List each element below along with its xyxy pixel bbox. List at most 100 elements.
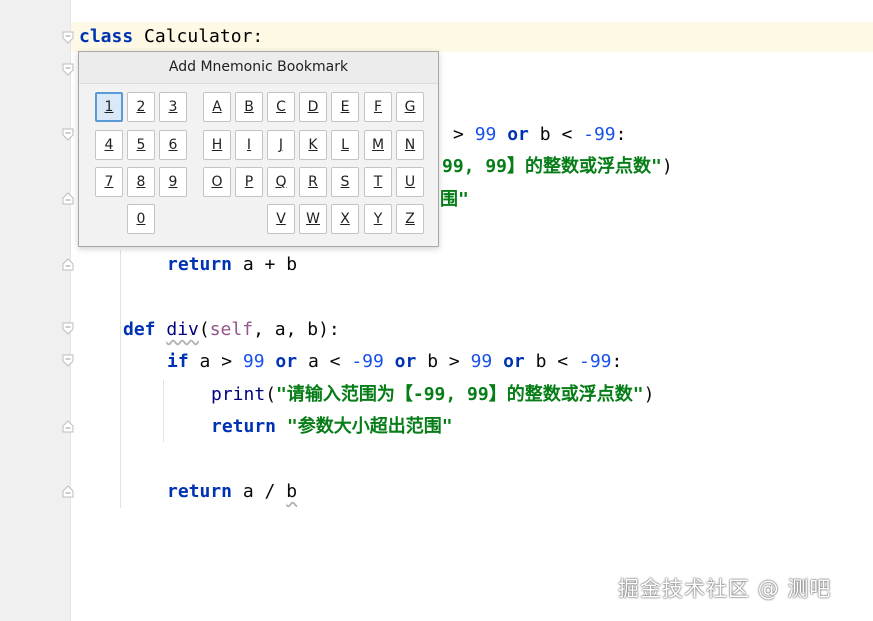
fold-marker-icon[interactable] (62, 354, 74, 367)
mnemonic-key-p[interactable]: P (235, 167, 263, 197)
watermark: 掘金技术社区 @ 测吧 (618, 577, 832, 601)
number: -99 (583, 124, 616, 145)
punctuation: : (611, 351, 623, 372)
code-line-return-string[interactable]: return "参数大小超出范围" (211, 415, 453, 439)
mnemonic-key-k[interactable]: K (299, 130, 327, 160)
fold-marker-icon[interactable] (62, 128, 74, 141)
expression: a / (242, 481, 276, 502)
number: 99 (470, 351, 493, 372)
mnemonic-key-n[interactable]: N (396, 130, 424, 160)
fold-end-icon[interactable] (62, 192, 74, 205)
code-line-class[interactable]: class Calculator: (79, 25, 263, 49)
mnemonic-key-u[interactable]: U (396, 167, 424, 197)
mnemonic-key-1[interactable]: 1 (95, 92, 123, 122)
mnemonic-key-w[interactable]: W (299, 204, 327, 234)
fold-marker-icon[interactable] (62, 63, 74, 76)
string-literal: "参数大小超出范围" (286, 416, 453, 437)
add-mnemonic-bookmark-popup: Add Mnemonic Bookmark 123ABCDEFG 456HIJKL… (78, 51, 439, 247)
mnemonic-key-4[interactable]: 4 (95, 130, 123, 160)
mnemonic-key-9[interactable]: 9 (159, 167, 187, 197)
number: 99 (474, 124, 497, 145)
expression: a + b (242, 254, 298, 275)
expression: b < (535, 351, 569, 372)
fold-end-icon[interactable] (62, 485, 74, 498)
mnemonic-key-8[interactable]: 8 (127, 167, 155, 197)
mnemonic-key-b[interactable]: B (235, 92, 263, 122)
mnemonic-key-o[interactable]: O (203, 167, 231, 197)
class-name: Calculator (144, 26, 253, 47)
mnemonic-key-6[interactable]: 6 (159, 130, 187, 160)
mnemonic-key-r[interactable]: R (299, 167, 327, 197)
punctuation: ( (265, 384, 277, 405)
mnemonic-key-s[interactable]: S (331, 167, 359, 197)
string-literal: 围" (440, 189, 469, 210)
fold-end-icon[interactable] (62, 258, 74, 271)
mnemonic-key-h[interactable]: H (203, 130, 231, 160)
keyword: if (167, 351, 189, 372)
keyword: or (275, 351, 298, 372)
expression: a > (199, 351, 233, 372)
code-line-print[interactable]: print("请输入范围为【-99, 99】的整数或浮点数") (211, 383, 654, 407)
indent-guide (120, 250, 121, 508)
fold-end-icon[interactable] (62, 420, 74, 433)
punctuation: ) (643, 384, 655, 405)
keyword: return (167, 481, 233, 502)
string-literal: 99, 99】的整数或浮点数" (442, 156, 662, 177)
keyword: return (167, 254, 233, 275)
punctuation: ) (661, 156, 673, 177)
popup-title: Add Mnemonic Bookmark (79, 52, 438, 84)
code-line-print-partial[interactable]: 99, 99】的整数或浮点数") (442, 155, 673, 179)
fold-marker-icon[interactable] (62, 322, 74, 335)
mnemonic-key-y[interactable]: Y (364, 204, 392, 234)
mnemonic-key-g[interactable]: G (396, 92, 424, 122)
number: -99 (578, 351, 612, 372)
self-param: self (209, 319, 254, 340)
mnemonic-key-z[interactable]: Z (396, 204, 424, 234)
mnemonic-key-2[interactable]: 2 (127, 92, 155, 122)
keyword: class (79, 26, 134, 47)
mnemonic-key-a[interactable]: A (203, 92, 231, 122)
keyword: or (394, 351, 417, 372)
code-line-return-partial[interactable]: 围" (440, 188, 469, 212)
number: 99 (242, 351, 265, 372)
mnemonic-key-q[interactable]: Q (267, 167, 295, 197)
mnemonic-key-7[interactable]: 7 (95, 167, 123, 197)
code-line-if[interactable]: if a > 99 or a < -99 or b > 99 or b < -9… (167, 350, 622, 374)
operator: < (561, 124, 573, 145)
fold-marker-icon[interactable] (62, 31, 74, 44)
keyword: or (507, 124, 529, 145)
mnemonic-key-t[interactable]: T (364, 167, 392, 197)
keyword: or (503, 351, 525, 372)
code-line-if-partial[interactable]: > 99 or b < -99: (453, 123, 626, 147)
operator: > (453, 124, 464, 145)
mnemonic-key-c[interactable]: C (267, 92, 295, 122)
mnemonic-key-x[interactable]: X (331, 204, 359, 234)
identifier: b (286, 481, 298, 502)
mnemonic-key-0[interactable]: 0 (127, 204, 155, 234)
code-line-return-div[interactable]: return a / b (167, 480, 297, 504)
keyword: return (211, 416, 277, 437)
mnemonic-key-5[interactable]: 5 (127, 130, 155, 160)
expression: b > (427, 351, 460, 372)
mnemonic-key-3[interactable]: 3 (159, 92, 187, 122)
identifier: b (539, 124, 551, 145)
string-literal: "请输入范围为【-99, 99】的整数或浮点数" (276, 384, 644, 405)
punctuation: : (615, 124, 627, 145)
mnemonic-key-l[interactable]: L (331, 130, 359, 160)
params: , a, b): (253, 319, 340, 340)
mnemonic-key-i[interactable]: I (235, 130, 263, 160)
function-name: div (166, 319, 199, 340)
mnemonic-key-m[interactable]: M (364, 130, 392, 160)
mnemonic-key-j[interactable]: J (267, 130, 295, 160)
code-line-return-add[interactable]: return a + b (167, 253, 297, 277)
mnemonic-key-f[interactable]: F (364, 92, 392, 122)
punctuation: : (252, 26, 264, 47)
code-line-def-div[interactable]: def div(self, a, b): (123, 318, 340, 342)
mnemonic-key-d[interactable]: D (299, 92, 327, 122)
indent-guide (163, 380, 164, 442)
function-call: print (211, 384, 266, 405)
number: -99 (351, 351, 384, 372)
keyword: def (123, 319, 156, 340)
mnemonic-key-v[interactable]: V (267, 204, 295, 234)
mnemonic-key-e[interactable]: E (331, 92, 359, 122)
